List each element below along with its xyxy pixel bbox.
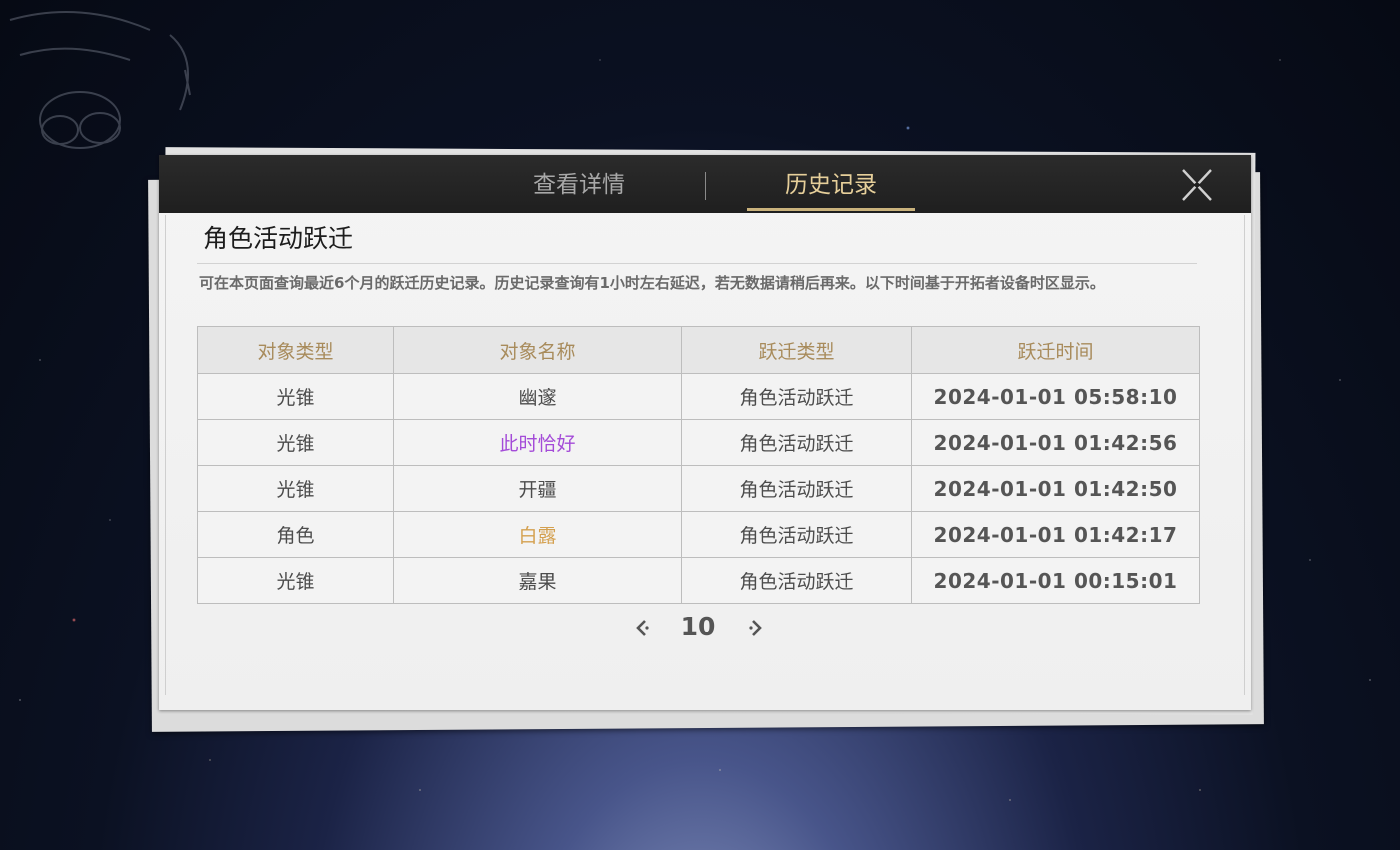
tab-divider: [705, 172, 706, 200]
panel-header: 查看详情 历史记录: [159, 155, 1251, 213]
header-item-type: 对象类型: [197, 326, 394, 374]
prev-page-button[interactable]: [631, 616, 653, 640]
table-row: 光锥 开疆 角色活动跃迁 2024-01-01 01:42:50: [197, 465, 1200, 512]
cell-warp-type: 角色活动跃迁: [681, 511, 912, 558]
table-row: 光锥 幽邃 角色活动跃迁 2024-01-01 05:58:10: [197, 373, 1200, 420]
description-text: 可在本页面查询最近6个月的跃迁历史记录。历史记录查询有1小时左右延迟，若无数据请…: [199, 274, 1105, 292]
chalk-doodle-decoration: [9, 11, 191, 149]
chevron-right-icon: [749, 620, 762, 636]
cell-item-name: 幽邃: [393, 373, 682, 420]
tab-history-label: 历史记录: [785, 172, 877, 198]
chevron-left-icon: [636, 620, 649, 636]
cell-warp-type: 角色活动跃迁: [681, 465, 912, 512]
cell-item-type: 光锥: [197, 465, 394, 512]
cell-warp-type: 角色活动跃迁: [681, 557, 912, 604]
table-row: 光锥 此时恰好 角色活动跃迁 2024-01-01 01:42:56: [197, 419, 1200, 466]
warp-history-panel: 查看详情 历史记录 角色活动跃迁 可在本页面查询最近6个月的跃迁历史记录。历史记…: [159, 155, 1251, 710]
close-x-icon: [1182, 169, 1212, 201]
cell-warp-time: 2024-01-01 01:42:50: [911, 465, 1200, 512]
tab-view-details[interactable]: 查看详情: [489, 155, 669, 213]
cell-item-type: 光锥: [197, 373, 394, 420]
active-tab-underline: [747, 208, 915, 211]
title-divider: [197, 263, 1197, 264]
header-item-name: 对象名称: [393, 326, 682, 374]
cell-warp-time: 2024-01-01 05:58:10: [911, 373, 1200, 420]
cell-item-type: 光锥: [197, 419, 394, 466]
page-number: 10: [680, 612, 716, 641]
pagination: 10: [159, 610, 1251, 650]
cell-item-type: 角色: [197, 511, 394, 558]
cell-item-name: 白露: [393, 511, 682, 558]
tab-view-details-label: 查看详情: [533, 172, 625, 198]
next-page-button[interactable]: [745, 616, 767, 640]
close-button[interactable]: [1177, 167, 1217, 203]
cell-item-type: 光锥: [197, 557, 394, 604]
cell-warp-time: 2024-01-01 01:42:56: [911, 419, 1200, 466]
table-row: 光锥 嘉果 角色活动跃迁 2024-01-01 00:15:01: [197, 557, 1200, 604]
tab-history[interactable]: 历史记录: [747, 155, 915, 213]
cell-item-name: 嘉果: [393, 557, 682, 604]
cell-warp-time: 2024-01-01 01:42:17: [911, 511, 1200, 558]
header-warp-type: 跃迁类型: [681, 326, 912, 374]
header-warp-time: 跃迁时间: [911, 326, 1200, 374]
table-row: 角色 白露 角色活动跃迁 2024-01-01 01:42:17: [197, 511, 1200, 558]
cell-item-name: 此时恰好: [393, 419, 682, 466]
cell-warp-time: 2024-01-01 00:15:01: [911, 557, 1200, 604]
cell-warp-type: 角色活动跃迁: [681, 419, 912, 466]
table-header-row: 对象类型 对象名称 跃迁类型 跃迁时间: [197, 326, 1200, 374]
cell-item-name: 开疆: [393, 465, 682, 512]
warp-history-table: 对象类型 对象名称 跃迁类型 跃迁时间 光锥 幽邃 角色活动跃迁 2024-01…: [197, 326, 1200, 604]
cell-warp-type: 角色活动跃迁: [681, 373, 912, 420]
page-title: 角色活动跃迁: [203, 224, 354, 253]
